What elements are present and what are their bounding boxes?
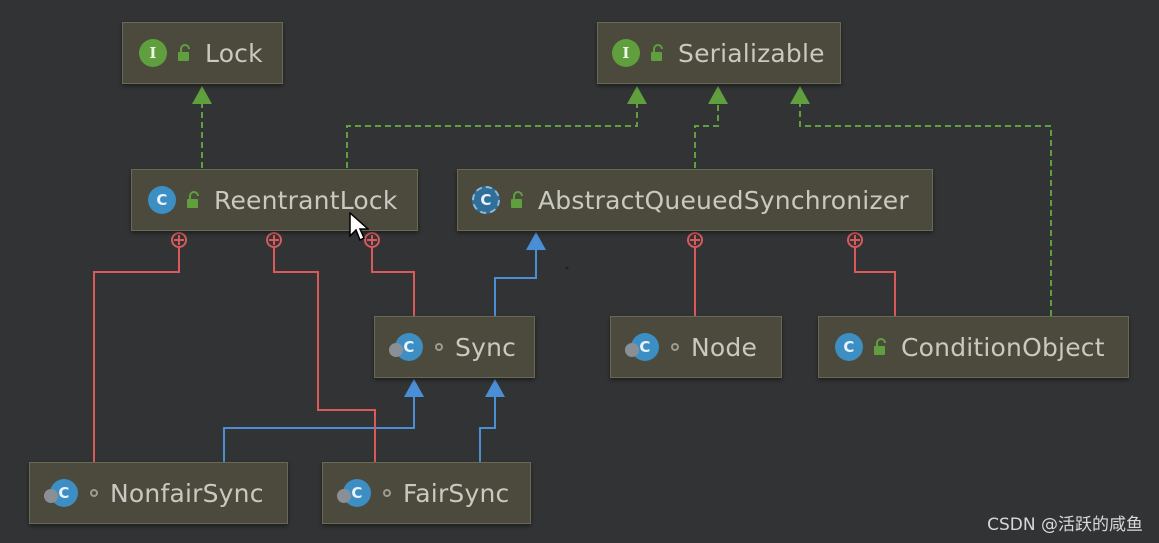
edge-sync-extends-aqs — [494, 248, 537, 316]
class-icon: C — [148, 186, 176, 214]
nested-class-icon: C — [625, 333, 659, 361]
node-label: AbstractQueuedSynchronizer — [538, 185, 909, 215]
interface-icon: I — [139, 39, 167, 67]
node-lock[interactable]: I Lock — [122, 22, 283, 84]
edge-fairsync-extends-sync — [479, 394, 496, 462]
arrowhead-serializable-2 — [708, 86, 728, 104]
cursor-arrow-icon — [349, 212, 369, 242]
circle-dot-icon — [383, 489, 391, 497]
arrowhead-aqs — [526, 232, 546, 250]
node-sync[interactable]: C Sync — [374, 316, 535, 378]
arrowhead-serializable-1 — [627, 86, 647, 104]
node-label: ConditionObject — [901, 332, 1105, 362]
arrowhead-sync-2 — [485, 379, 505, 397]
node-abstractqueuedsynchronizer[interactable]: C AbstractQueuedSynchronizer — [457, 169, 933, 231]
abstract-class-icon: C — [472, 186, 500, 214]
unlocked-padlock-icon — [511, 191, 523, 208]
node-conditionobject[interactable]: C ConditionObject — [818, 316, 1129, 378]
nested-class-icon: C — [44, 479, 78, 507]
edge-conditionobject-inner-of-aqs — [854, 248, 896, 316]
node-label: Sync — [455, 332, 517, 362]
node-node[interactable]: C Node — [610, 316, 782, 378]
unlocked-padlock-icon — [874, 338, 886, 355]
node-label: Serializable — [678, 38, 825, 68]
watermark: CSDN @活跃的咸鱼 — [987, 515, 1143, 535]
circle-dot-icon — [671, 343, 679, 351]
node-label: Node — [691, 332, 758, 362]
node-reentrantlock[interactable]: C ReentrantLock — [131, 169, 418, 231]
nested-class-icon: C — [389, 333, 423, 361]
arrowhead-serializable-3 — [790, 86, 810, 104]
node-label: Lock — [205, 38, 263, 68]
edge-nonfairsync-inner-of-reentrantlock — [93, 248, 180, 462]
edge-fairsync-inner-of-reentrantlock — [273, 248, 376, 462]
node-fairsync[interactable]: C FairSync — [322, 462, 531, 524]
class-icon: C — [835, 333, 863, 361]
edge-sync-inner-of-reentrantlock — [371, 248, 415, 316]
node-label: NonfairSync — [110, 478, 264, 508]
arrowhead-sync-1 — [404, 379, 424, 397]
node-serializable[interactable]: I Serializable — [597, 22, 841, 84]
node-nonfairsync[interactable]: C NonfairSync — [29, 462, 288, 524]
edge-reentrantlock-implements-serializable — [346, 100, 638, 168]
circle-dot-icon — [435, 343, 443, 351]
circle-dot-icon — [90, 489, 98, 497]
unlocked-padlock-icon — [651, 44, 663, 61]
unlocked-padlock-icon — [187, 191, 199, 208]
interface-icon: I — [612, 39, 640, 67]
node-label: FairSync — [403, 478, 510, 508]
arrowhead-lock — [192, 86, 212, 104]
edge-aqs-implements-serializable — [694, 100, 719, 168]
unlocked-padlock-icon — [178, 44, 190, 61]
nested-class-icon: C — [337, 479, 371, 507]
node-label: ReentrantLock — [214, 185, 398, 215]
